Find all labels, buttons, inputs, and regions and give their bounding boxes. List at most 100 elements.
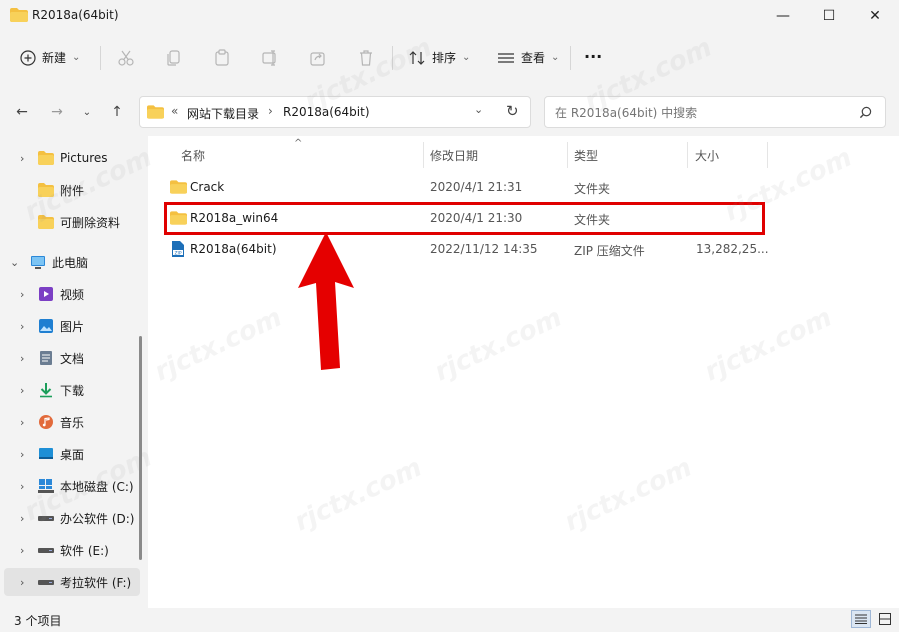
sidebar-item-drive-c[interactable]: › 本地磁盘 (C:) [0, 472, 146, 500]
chevron-right-icon[interactable]: › [20, 384, 24, 397]
forward-button[interactable]: → [46, 101, 68, 123]
details-view-button[interactable] [851, 610, 871, 628]
desktop-icon [39, 448, 53, 459]
sidebar-item-pictures[interactable]: › 图片 [0, 312, 146, 340]
sidebar-item-label: 办公软件 (D:) [60, 511, 135, 526]
sidebar-item-label: 附件 [60, 183, 85, 198]
back-button[interactable]: ← [11, 101, 33, 123]
breadcrumb-overflow[interactable]: « [171, 104, 178, 118]
sidebar-item-label: 文档 [60, 351, 85, 366]
sort-icon [409, 50, 425, 65]
column-header-size[interactable]: 大小 [695, 147, 719, 164]
chevron-right-icon[interactable]: › [20, 152, 24, 165]
folder-icon [38, 183, 54, 197]
chevron-down-icon: ⌄ [82, 106, 92, 118]
column-divider[interactable] [423, 142, 424, 168]
new-button[interactable]: 新建 ⌄ [20, 49, 80, 66]
paste-icon[interactable] [213, 49, 231, 67]
search-box[interactable] [544, 96, 886, 128]
chevron-down-icon: ⌄ [462, 52, 471, 63]
sidebar-item-label: 视频 [60, 287, 85, 302]
plus-circle-icon [20, 49, 36, 66]
more-options-button[interactable]: ··· [584, 47, 602, 66]
chevron-right-icon[interactable]: › [20, 320, 24, 333]
chevron-right-icon[interactable]: › [20, 448, 24, 461]
maximize-icon: ☐ [822, 8, 836, 24]
sidebar-item-label: 图片 [60, 319, 85, 334]
column-divider[interactable] [767, 142, 768, 168]
sidebar-item-music[interactable]: › 音乐 [0, 408, 146, 436]
arrow-right-icon: → [51, 104, 63, 120]
maximize-button[interactable]: ☐ [806, 0, 852, 32]
minimize-icon: — [776, 8, 790, 24]
chevron-right-icon[interactable]: › [20, 576, 24, 589]
close-icon: ✕ [869, 8, 881, 24]
file-date: 2022/11/12 14:35 [430, 242, 538, 256]
highlight-box [164, 202, 765, 235]
zip-file-icon: ZIP [172, 241, 184, 257]
chevron-down-icon: ⌄ [72, 52, 81, 63]
rename-icon[interactable] [261, 49, 279, 67]
search-input[interactable] [553, 102, 847, 124]
file-name: R2018a(64bit) [190, 242, 277, 256]
column-header-type[interactable]: 类型 [574, 147, 598, 164]
chevron-down-icon[interactable]: ⌄ [10, 256, 19, 269]
chevron-right-icon[interactable]: › [20, 416, 24, 429]
sidebar-item-label: Pictures [60, 151, 108, 165]
minimize-button[interactable]: — [760, 0, 806, 32]
table-row[interactable]: ZIP R2018a(64bit) 2022/11/12 14:35 ZIP 压… [164, 239, 769, 261]
list-view-icon [498, 52, 514, 63]
sidebar-item-label: 软件 (E:) [60, 543, 109, 558]
sidebar-item-label: 下载 [60, 383, 85, 398]
column-header-name[interactable]: 名称 [181, 147, 205, 164]
column-divider[interactable] [687, 142, 688, 168]
view-button[interactable]: 查看 ⌄ [497, 49, 559, 66]
sidebar-item-videos[interactable]: › 视频 [0, 280, 146, 308]
address-dropdown-button[interactable]: ⌄ [474, 103, 483, 116]
sort-ascending-icon: ^ [294, 138, 303, 149]
new-label: 新建 [42, 51, 67, 65]
sidebar-item-this-pc[interactable]: ⌄ 此电脑 [0, 248, 146, 276]
column-divider[interactable] [567, 142, 568, 168]
toolbar-divider [392, 46, 393, 70]
cut-icon[interactable] [117, 49, 135, 67]
recent-locations-button[interactable]: ⌄ [76, 101, 98, 123]
sidebar-item-drive-d[interactable]: › 办公软件 (D:) [0, 504, 146, 532]
sidebar-item-deletable[interactable]: 可删除资料 [0, 208, 146, 236]
sort-button[interactable]: 排序 ⌄ [408, 49, 470, 66]
sidebar-item-drive-e[interactable]: › 软件 (E:) [0, 536, 146, 564]
folder-icon [147, 105, 164, 119]
music-icon [39, 415, 53, 429]
sidebar-scrollbar[interactable] [139, 336, 142, 560]
chevron-right-icon[interactable]: › [20, 480, 24, 493]
toolbar-divider [570, 46, 571, 70]
sidebar-item-downloads[interactable]: › 下载 [0, 376, 146, 404]
copy-icon[interactable] [165, 49, 183, 67]
sidebar-item-desktop[interactable]: › 桌面 [0, 440, 146, 468]
sidebar-item-documents[interactable]: › 文档 [0, 344, 146, 372]
breadcrumb-item[interactable]: R2018a(64bit) [283, 105, 370, 119]
tiles-view-button[interactable] [875, 610, 895, 628]
sidebar-item-label: 音乐 [60, 415, 85, 430]
address-bar[interactable]: « 网站下载目录 › R2018a(64bit) ⌄ [139, 96, 531, 128]
chevron-right-icon[interactable]: › [20, 512, 24, 525]
title-bar: R2018a(64bit) — ☐ ✕ [0, 0, 899, 32]
sidebar-item-pictures-quick[interactable]: › Pictures [0, 144, 146, 172]
sidebar-item-drive-f[interactable]: › 考拉软件 (F:) [4, 568, 140, 596]
navigation-pane: › Pictures 附件 可删除资料 ⌄ 此电脑 › 视频 › 图片 › 文档… [0, 136, 146, 608]
file-type: 文件夹 [574, 182, 611, 196]
drive-icon [38, 516, 54, 521]
close-button[interactable]: ✕ [852, 0, 898, 32]
chevron-right-icon[interactable]: › [20, 352, 24, 365]
chevron-right-icon[interactable]: › [20, 544, 24, 557]
table-row[interactable]: Crack 2020/4/1 21:31 文件夹 [164, 177, 765, 199]
chevron-right-icon[interactable]: › [20, 288, 24, 301]
refresh-button[interactable]: ↻ [506, 102, 519, 120]
column-header-date[interactable]: 修改日期 [430, 147, 478, 164]
sidebar-item-attachments[interactable]: 附件 [0, 176, 146, 204]
up-button[interactable]: ↑ [106, 101, 128, 123]
share-icon[interactable] [309, 49, 327, 67]
delete-icon[interactable] [357, 49, 375, 67]
breadcrumb-item[interactable]: 网站下载目录 [187, 105, 259, 122]
computer-icon [31, 256, 45, 269]
